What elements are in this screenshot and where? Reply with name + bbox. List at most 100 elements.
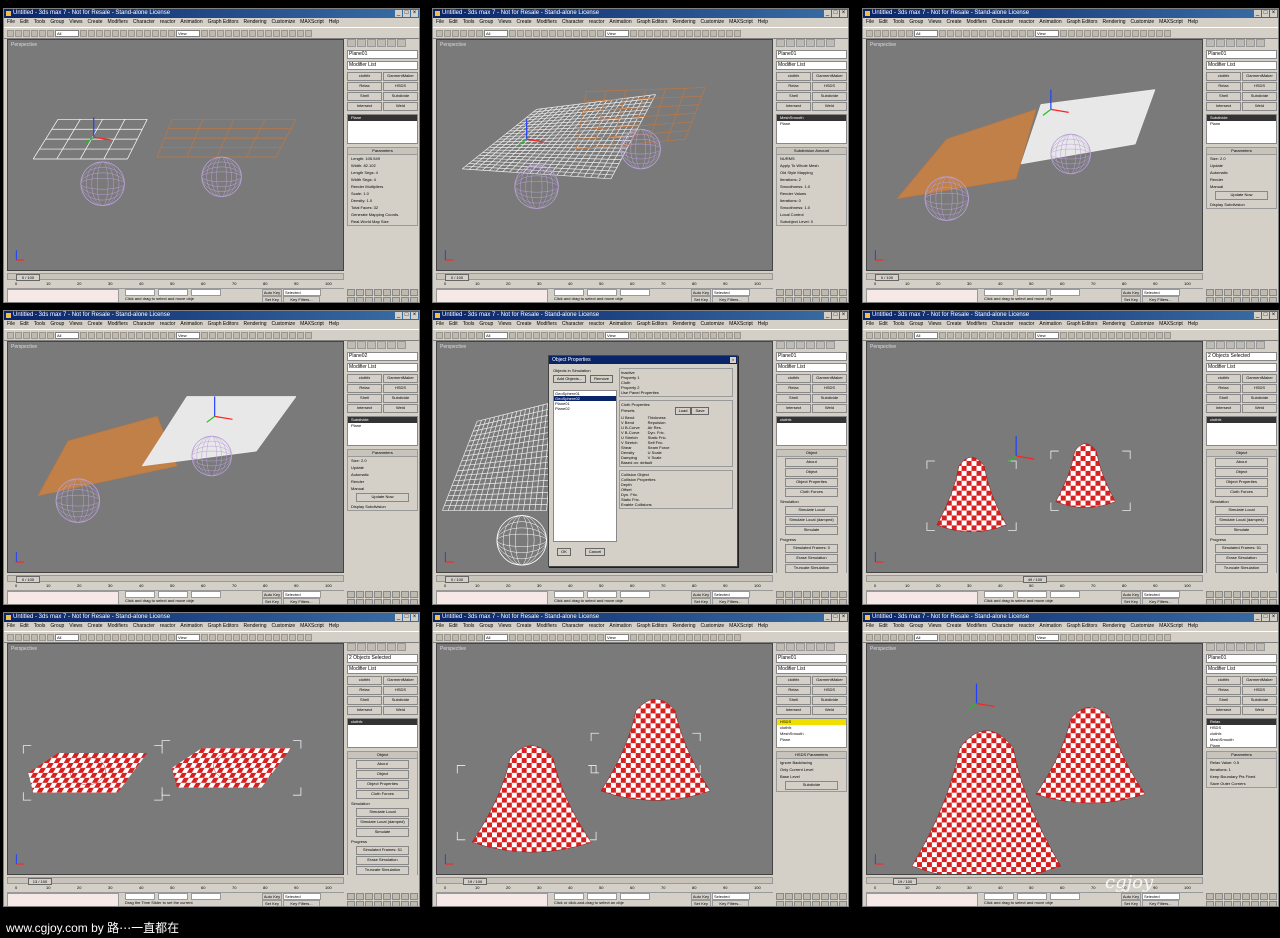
modifier-button[interactable]: clothfx xyxy=(776,374,811,383)
menu-item[interactable]: Help xyxy=(1188,622,1198,631)
tool-button[interactable] xyxy=(297,633,304,641)
tool-button[interactable] xyxy=(678,29,685,37)
tool-button[interactable] xyxy=(257,633,264,641)
close-icon[interactable]: × xyxy=(411,10,418,17)
menu-item[interactable]: Edit xyxy=(20,320,29,329)
track-ruler[interactable]: 0 10 20 30 40 50 60 70 80 90 100 xyxy=(436,281,773,289)
playback-button[interactable] xyxy=(410,599,418,604)
tool-button[interactable] xyxy=(686,633,693,641)
menu-item[interactable]: Graph Editors xyxy=(208,320,239,329)
rollout-header[interactable]: HSDS Parameters xyxy=(777,752,846,759)
modifier-button[interactable]: HSDS xyxy=(812,384,847,393)
tool-button[interactable] xyxy=(23,331,30,339)
tool-button[interactable] xyxy=(638,29,645,37)
tool-button[interactable] xyxy=(265,331,272,339)
maximize-icon[interactable]: □ xyxy=(832,10,839,17)
rollout-button[interactable]: Simulate Local (damped) xyxy=(785,516,838,525)
playback-button[interactable] xyxy=(776,297,784,302)
tool-button[interactable] xyxy=(654,633,661,641)
modifier-list-dropdown[interactable]: Modifier List xyxy=(347,363,418,372)
coord-field[interactable] xyxy=(554,591,584,598)
tool-button[interactable] xyxy=(1100,633,1107,641)
playback-button[interactable] xyxy=(1224,289,1232,296)
rollout-button[interactable]: Truncate Simulation xyxy=(1215,564,1268,573)
modifier-button[interactable]: clothfx xyxy=(347,72,382,81)
add-objects-button[interactable]: Add Objects... xyxy=(553,375,587,383)
playback-button[interactable] xyxy=(401,893,409,900)
playback-button[interactable] xyxy=(1269,599,1277,604)
tool-button[interactable] xyxy=(136,331,143,339)
selection-filter[interactable]: All xyxy=(484,633,508,641)
rollout-button[interactable]: Simulated Frames: 51 xyxy=(1215,544,1268,553)
playback-button[interactable] xyxy=(1224,297,1232,302)
tool-button[interactable] xyxy=(1076,331,1083,339)
coord-field[interactable] xyxy=(620,289,650,296)
tool-button[interactable] xyxy=(201,633,208,641)
tool-button[interactable] xyxy=(597,29,604,37)
playback-button[interactable] xyxy=(401,297,409,302)
tool-button[interactable] xyxy=(525,29,532,37)
key-mode-select[interactable]: Selected xyxy=(1142,591,1180,598)
tool-button[interactable] xyxy=(23,633,30,641)
tool-button[interactable] xyxy=(112,331,119,339)
modifier-button[interactable]: HSDS xyxy=(383,82,418,91)
tool-button[interactable] xyxy=(297,331,304,339)
tool-button[interactable] xyxy=(1108,633,1115,641)
tool-button[interactable] xyxy=(160,633,167,641)
menu-item[interactable]: Help xyxy=(758,622,768,631)
command-tab[interactable] xyxy=(367,39,376,47)
tool-button[interactable] xyxy=(1060,633,1067,641)
tool-button[interactable] xyxy=(963,633,970,641)
menu-item[interactable]: Graph Editors xyxy=(208,18,239,27)
menu-item[interactable]: Create xyxy=(88,18,103,27)
perspective-viewport[interactable]: Perspective xyxy=(7,643,344,875)
selection-filter[interactable]: All xyxy=(484,29,508,37)
coord-field[interactable] xyxy=(587,893,617,900)
tool-button[interactable] xyxy=(1116,29,1123,37)
modifier-stack[interactable]: MeshSmooth Plane xyxy=(776,114,847,144)
tool-button[interactable] xyxy=(630,29,637,37)
tool-button[interactable] xyxy=(160,29,167,37)
rollout-button[interactable]: Cloth Forces xyxy=(785,488,838,497)
key-filters-button[interactable]: Key Filters... xyxy=(283,598,320,604)
tool-button[interactable] xyxy=(476,633,483,641)
playback-button[interactable] xyxy=(830,591,838,598)
object-name-field[interactable]: 2 Objects Selected xyxy=(1206,352,1277,361)
command-tab[interactable] xyxy=(1226,643,1235,651)
menu-item[interactable]: Tools xyxy=(34,622,46,631)
rollout-button[interactable]: Simulated Frames: 51 xyxy=(356,846,409,855)
playback-button[interactable] xyxy=(1215,901,1223,906)
tool-button[interactable] xyxy=(120,29,127,37)
modifier-button[interactable]: HSDS xyxy=(1242,384,1277,393)
menu-item[interactable]: Edit xyxy=(879,320,888,329)
playback-button[interactable] xyxy=(365,297,373,302)
playback-button[interactable] xyxy=(785,893,793,900)
command-tab[interactable] xyxy=(1216,643,1225,651)
playback-button[interactable] xyxy=(356,901,364,906)
remove-button[interactable]: Remove xyxy=(590,375,614,383)
stack-item[interactable]: Plane xyxy=(348,115,417,121)
tool-button[interactable] xyxy=(201,331,208,339)
tool-button[interactable] xyxy=(906,633,913,641)
rollout-button[interactable]: Simulate xyxy=(1215,526,1268,535)
tool-button[interactable] xyxy=(15,331,22,339)
tool-button[interactable] xyxy=(249,633,256,641)
modifier-button[interactable]: clothfx xyxy=(347,676,382,685)
tool-button[interactable] xyxy=(1084,29,1091,37)
tool-button[interactable] xyxy=(1068,29,1075,37)
tool-button[interactable] xyxy=(289,331,296,339)
coord-field[interactable] xyxy=(1050,893,1080,900)
tool-button[interactable] xyxy=(882,29,889,37)
tool-button[interactable] xyxy=(241,633,248,641)
menu-item[interactable]: Customize xyxy=(272,622,296,631)
key-filters-button[interactable]: Key Filters... xyxy=(712,598,749,604)
tool-button[interactable] xyxy=(874,633,881,641)
stack-item[interactable]: Plane xyxy=(1207,121,1276,127)
modifier-button[interactable]: Weld xyxy=(383,102,418,111)
tool-button[interactable] xyxy=(541,633,548,641)
set-key-button[interactable]: Set Key xyxy=(262,900,282,906)
close-icon[interactable]: × xyxy=(1270,614,1277,621)
scene-render[interactable] xyxy=(867,644,1202,874)
playback-button[interactable] xyxy=(1206,591,1214,598)
tool-button[interactable] xyxy=(947,29,954,37)
